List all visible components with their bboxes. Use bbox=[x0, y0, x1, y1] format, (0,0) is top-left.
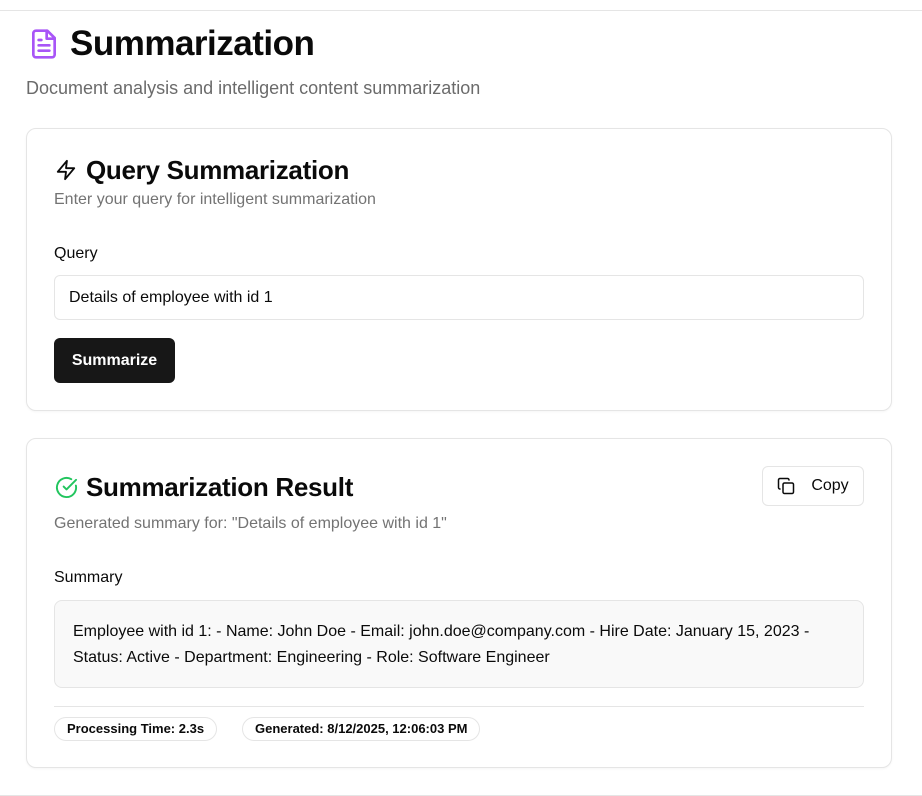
zap-icon bbox=[54, 158, 78, 182]
file-text-icon bbox=[26, 25, 62, 63]
query-summarization-card: Query Summarization Enter your query for… bbox=[26, 128, 892, 411]
summary-text: Employee with id 1: - Name: John Doe - E… bbox=[54, 600, 864, 688]
query-label: Query bbox=[54, 245, 98, 262]
query-input[interactable] bbox=[54, 275, 864, 320]
summarize-button[interactable]: Summarize bbox=[54, 338, 175, 383]
processing-time-badge: Processing Time: 2.3s bbox=[54, 717, 218, 741]
copy-button-label: Copy bbox=[811, 477, 849, 494]
summary-label: Summary bbox=[54, 569, 123, 586]
page-header: Summarization bbox=[26, 24, 315, 64]
top-divider bbox=[0, 10, 922, 11]
result-divider bbox=[54, 706, 864, 707]
result-card-description: Generated summary for: "Details of emplo… bbox=[54, 515, 447, 532]
check-circle-icon bbox=[54, 475, 78, 499]
query-card-title: Query Summarization bbox=[86, 155, 350, 185]
result-card-title: Summarization Result bbox=[86, 472, 354, 502]
summarization-result-card: Summarization Result Copy Generated summ… bbox=[26, 438, 892, 768]
query-card-description: Enter your query for intelligent summari… bbox=[54, 191, 376, 208]
generated-at-badge: Generated: 8/12/2025, 12:06:03 PM bbox=[242, 717, 481, 741]
query-card-header: Query Summarization bbox=[54, 155, 349, 185]
result-card-header: Summarization Result bbox=[54, 472, 353, 502]
page-subtitle: Document analysis and intelligent conten… bbox=[26, 78, 481, 98]
copy-icon bbox=[777, 477, 795, 495]
copy-button[interactable]: Copy bbox=[762, 466, 864, 506]
page-title: Summarization bbox=[70, 24, 315, 63]
